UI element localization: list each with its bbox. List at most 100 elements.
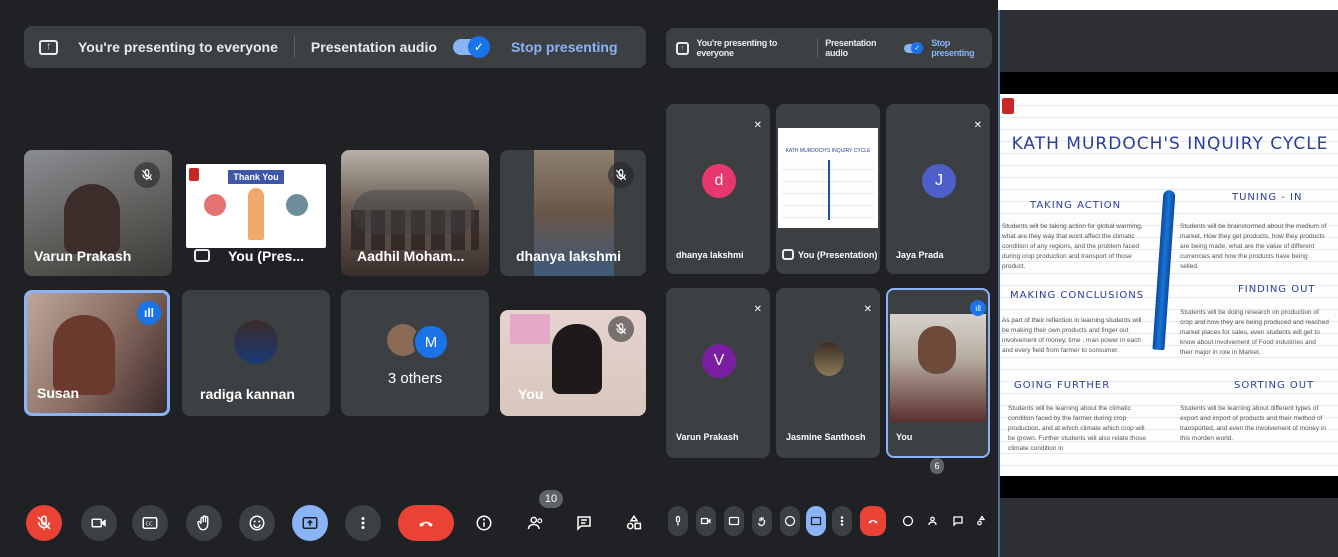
people-icon xyxy=(527,516,543,530)
slide-paragraph: Students will be learning about the clim… xyxy=(1008,405,1147,452)
presenting-text: You're presenting to everyone xyxy=(78,39,278,55)
emoji-icon xyxy=(784,515,796,527)
info-icon xyxy=(902,515,914,527)
avatar xyxy=(814,342,844,376)
emoji-icon xyxy=(249,515,265,531)
check-icon: ✓ xyxy=(911,41,924,54)
reactions-button[interactable] xyxy=(239,505,275,541)
presenting-text: You're presenting to everyone xyxy=(696,38,778,58)
letterbox-top xyxy=(1000,72,1338,94)
sorting-out-heading: SORTING OUT xyxy=(1234,380,1315,391)
participant-name: Varun Prakash xyxy=(676,432,739,442)
presentation-audio-toggle[interactable]: ✓ xyxy=(452,36,490,58)
participant-name: dhanya lakshmi xyxy=(676,250,744,260)
presentation-audio-toggle[interactable]: ✓ xyxy=(904,41,924,54)
mic-off-icon xyxy=(37,515,51,530)
activities-button[interactable] xyxy=(972,506,992,536)
meet-window-middle: ↑ You're presenting to everyone Presenta… xyxy=(662,0,998,557)
reactions-button[interactable] xyxy=(780,506,800,536)
end-call-button[interactable] xyxy=(398,505,454,541)
mic-toggle-button[interactable] xyxy=(26,505,62,541)
participant-tile-varun[interactable]: V ✕ Varun Prakash xyxy=(666,288,770,458)
school-logo xyxy=(1002,98,1014,114)
present-screen-icon: ↑ xyxy=(676,41,689,55)
tuning-in-heading: TUNING - IN xyxy=(1232,192,1303,203)
camera-icon xyxy=(700,517,711,525)
captions-button[interactable] xyxy=(724,506,744,536)
people-button[interactable] xyxy=(924,506,944,536)
activities-icon xyxy=(977,515,986,526)
participant-tile-you[interactable]: ıll You xyxy=(886,288,990,458)
thank-you-banner: Thank You xyxy=(228,170,284,184)
avatar xyxy=(234,320,278,364)
slide-paragraph: As part of their reflection in learning … xyxy=(1002,317,1142,354)
participant-tile-radiga[interactable]: radiga kannan xyxy=(182,290,330,416)
participants-count-badge: 10 xyxy=(539,490,563,508)
present-screen-icon xyxy=(194,249,210,262)
info-icon xyxy=(476,515,492,531)
stop-presenting-button[interactable]: Stop presenting xyxy=(511,39,618,55)
finding-out-heading: FINDING OUT xyxy=(1238,284,1316,295)
presentation-audio-label: Presentation audio xyxy=(310,39,437,55)
mic-toggle-button[interactable] xyxy=(668,506,688,536)
stop-presenting-button[interactable]: Stop presenting xyxy=(931,38,992,58)
meeting-details-button[interactable] xyxy=(466,505,502,541)
end-call-button[interactable] xyxy=(860,506,886,536)
participant-tile-dhanya[interactable]: dhanya lakshmi xyxy=(500,150,646,276)
present-now-button[interactable] xyxy=(292,505,328,541)
check-icon: ✓ xyxy=(467,36,490,58)
mic-off-icon: ✕ xyxy=(753,304,762,315)
chat-icon xyxy=(953,516,963,527)
meeting-details-button[interactable] xyxy=(898,506,918,536)
more-options-button[interactable] xyxy=(345,505,381,541)
presenting-banner: ↑ You're presenting to everyone Presenta… xyxy=(24,26,646,68)
participant-tile-varun[interactable]: Varun Prakash xyxy=(24,150,172,276)
slide-paragraph: Students will be brainstormed about the … xyxy=(1180,223,1327,270)
present-now-button[interactable] xyxy=(806,506,826,536)
present-screen-icon xyxy=(302,517,318,529)
mic-off-icon: ✕ xyxy=(973,120,982,131)
participant-name: You (Presentation) xyxy=(798,250,878,260)
participant-tile-you-presentation[interactable]: Thank You You (Pres... xyxy=(182,150,330,276)
participant-tile-you[interactable]: You xyxy=(500,310,646,416)
raise-hand-button[interactable] xyxy=(186,505,222,541)
avatar-photo xyxy=(286,194,308,216)
slide-title: KATH MURDOCH'S INQUIRY CYCLE xyxy=(1011,134,1329,154)
slide-paragraph: Students will be doing research on produ… xyxy=(1180,309,1329,356)
video-person xyxy=(53,315,115,395)
more-options-button[interactable] xyxy=(832,506,852,536)
activities-button[interactable] xyxy=(616,505,652,541)
participant-tile-you-presentation[interactable]: KATH MURDOCH'S INQUIRY CYCLE You (Presen… xyxy=(776,104,880,274)
camera-toggle-button[interactable] xyxy=(696,506,716,536)
character-illustration xyxy=(248,188,264,240)
mic-off-icon xyxy=(608,162,634,188)
avatar-letter: M xyxy=(413,324,449,360)
captions-icon: CC xyxy=(142,517,158,529)
participant-tile-dhanya[interactable]: d ✕ dhanya lakshmi xyxy=(666,104,770,274)
captions-button[interactable]: CC xyxy=(132,505,168,541)
participants-count-badge: 6 xyxy=(930,458,944,474)
avatar-letter: V xyxy=(702,344,736,378)
svg-text:CC: CC xyxy=(146,521,154,527)
video-hover-controls[interactable] xyxy=(353,190,475,234)
participant-tile-others[interactable]: M 3 others xyxy=(341,290,489,416)
chat-button[interactable] xyxy=(948,506,968,536)
making-conclusions-heading: MAKING CONCLUSIONS xyxy=(1010,290,1145,301)
activities-icon xyxy=(626,514,642,530)
participant-tile-aadhil[interactable]: Aadhil Moham... xyxy=(341,150,489,276)
speaking-indicator-icon: ıll xyxy=(970,300,986,316)
video-wall-decor xyxy=(510,314,550,344)
participant-tile-susan[interactable]: ıll Susan xyxy=(24,290,170,416)
participant-tile-jaya[interactable]: J ✕ Jaya Prada xyxy=(886,104,990,274)
chat-button[interactable] xyxy=(566,505,602,541)
phone-hangup-icon xyxy=(419,521,433,527)
raise-hand-button[interactable] xyxy=(752,506,772,536)
participant-tile-jasmine[interactable]: ✕ Jasmine Santhosh xyxy=(776,288,880,458)
video-feed xyxy=(890,314,986,422)
people-button[interactable] xyxy=(518,505,554,541)
letterbox-bottom xyxy=(1000,476,1338,498)
camera-toggle-button[interactable] xyxy=(81,505,117,541)
participant-name: Varun Prakash xyxy=(34,248,132,264)
mic-icon xyxy=(675,515,681,526)
participant-name: Aadhil Moham... xyxy=(357,248,465,264)
